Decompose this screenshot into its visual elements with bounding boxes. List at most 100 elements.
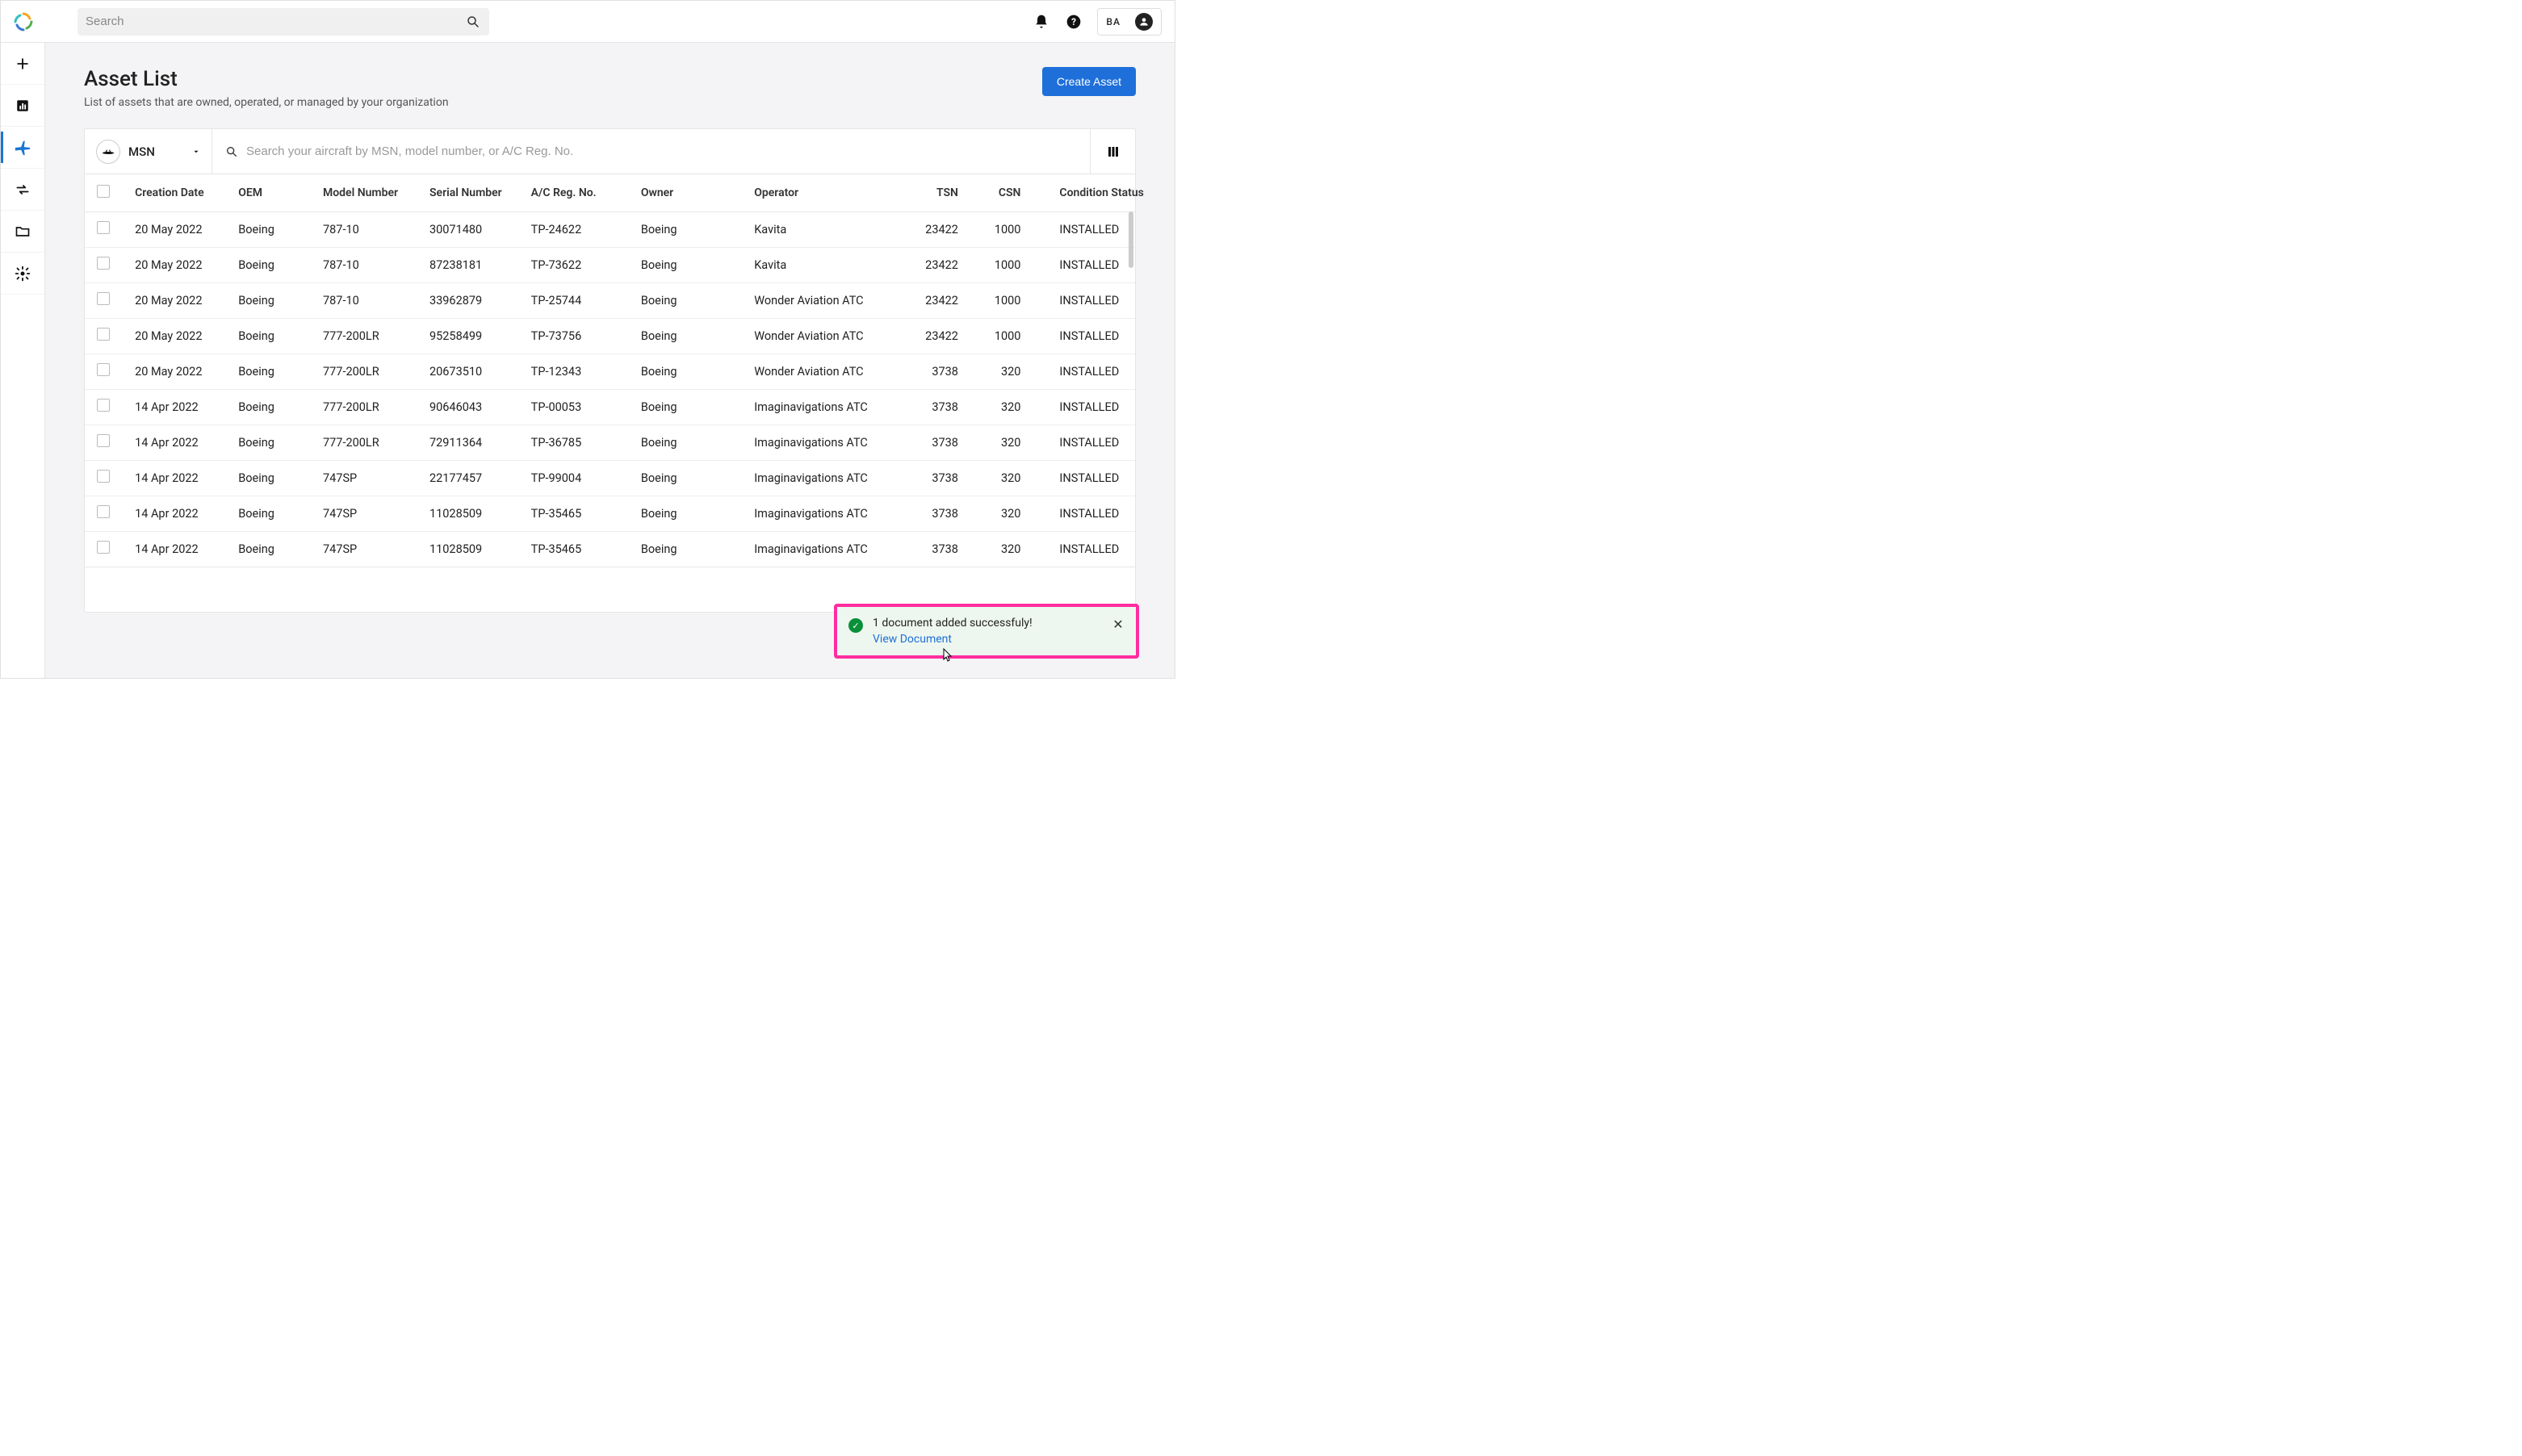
cell-oem: Boeing	[232, 531, 316, 567]
table-row[interactable]: 14 Apr 2022Boeing777-200LR72911364TP-367…	[85, 425, 1135, 460]
cell-reg: TP-36785	[525, 425, 635, 460]
col-model[interactable]: Model Number	[316, 174, 423, 211]
avatar-icon	[1135, 13, 1153, 31]
row-checkbox[interactable]	[97, 505, 110, 518]
col-oem[interactable]: OEM	[232, 174, 316, 211]
table-row[interactable]: 14 Apr 2022Boeing747SP22177457TP-99004Bo…	[85, 460, 1135, 496]
col-csn[interactable]: CSN	[974, 174, 1037, 211]
table-row[interactable]: 20 May 2022Boeing787-1030071480TP-24622B…	[85, 211, 1135, 247]
col-serial[interactable]: Serial Number	[423, 174, 525, 211]
row-checkbox[interactable]	[97, 434, 110, 447]
cell-serial: 20673510	[423, 354, 525, 389]
cell-operator: Imaginavigations ATC	[748, 531, 903, 567]
table-row[interactable]: 14 Apr 2022Boeing777-200LR90646043TP-000…	[85, 389, 1135, 425]
row-checkbox[interactable]	[97, 257, 110, 270]
cell-serial: 72911364	[423, 425, 525, 460]
app-logo[interactable]	[1, 12, 45, 31]
cell-operator: Imaginavigations ATC	[748, 496, 903, 531]
cell-condition: INSTALLED	[1037, 389, 1135, 425]
cell-date: 14 Apr 2022	[122, 531, 232, 567]
user-menu[interactable]: BA	[1097, 8, 1162, 36]
nav-add[interactable]	[1, 43, 44, 85]
select-all-checkbox[interactable]	[97, 185, 110, 198]
cell-date: 20 May 2022	[122, 354, 232, 389]
airplane-icon	[96, 140, 120, 164]
nav-dashboard[interactable]	[1, 85, 44, 127]
cell-owner: Boeing	[635, 460, 748, 496]
page-subtitle: List of assets that are owned, operated,…	[84, 96, 449, 109]
row-checkbox[interactable]	[97, 292, 110, 305]
cell-date: 20 May 2022	[122, 282, 232, 318]
row-checkbox[interactable]	[97, 328, 110, 341]
table-row[interactable]: 20 May 2022Boeing787-1033962879TP-25744B…	[85, 282, 1135, 318]
col-reg[interactable]: A/C Reg. No.	[525, 174, 635, 211]
columns-button[interactable]	[1090, 129, 1135, 174]
cell-serial: 22177457	[423, 460, 525, 496]
help-icon[interactable]: ?	[1065, 13, 1083, 31]
global-search[interactable]	[78, 8, 489, 36]
nav-settings[interactable]	[1, 253, 44, 295]
cell-oem: Boeing	[232, 282, 316, 318]
row-checkbox[interactable]	[97, 363, 110, 376]
table-search[interactable]	[212, 129, 1090, 174]
cell-serial: 90646043	[423, 389, 525, 425]
page-title: Asset List	[84, 67, 449, 91]
cell-owner: Boeing	[635, 318, 748, 354]
nav-transfers[interactable]	[1, 169, 44, 211]
nav-assets[interactable]	[1, 127, 44, 169]
col-operator[interactable]: Operator	[748, 174, 903, 211]
cell-oem: Boeing	[232, 247, 316, 282]
table-row[interactable]: 20 May 2022Boeing777-200LR95258499TP-737…	[85, 318, 1135, 354]
create-asset-button[interactable]: Create Asset	[1042, 67, 1136, 96]
cell-csn: 320	[974, 496, 1037, 531]
cell-condition: INSTALLED	[1037, 496, 1135, 531]
cell-model: 777-200LR	[316, 389, 423, 425]
user-initials: BA	[1106, 16, 1121, 27]
col-tsn[interactable]: TSN	[903, 174, 974, 211]
cell-model: 787-10	[316, 211, 423, 247]
cell-serial: 11028509	[423, 496, 525, 531]
cell-reg: TP-24622	[525, 211, 635, 247]
cell-tsn: 23422	[903, 318, 974, 354]
cell-owner: Boeing	[635, 282, 748, 318]
close-icon[interactable]: ✕	[1112, 617, 1125, 646]
table-row[interactable]: 20 May 2022Boeing787-1087238181TP-73622B…	[85, 247, 1135, 282]
cell-model: 777-200LR	[316, 354, 423, 389]
cell-operator: Wonder Aviation ATC	[748, 282, 903, 318]
nav-folder[interactable]	[1, 211, 44, 253]
global-search-input[interactable]	[86, 15, 465, 28]
search-icon[interactable]	[465, 14, 481, 30]
col-condition[interactable]: Condition Status	[1037, 174, 1135, 211]
cell-csn: 320	[974, 389, 1037, 425]
col-creation-date[interactable]: Creation Date	[122, 174, 232, 211]
cell-reg: TP-99004	[525, 460, 635, 496]
cell-tsn: 3738	[903, 531, 974, 567]
table-row[interactable]: 14 Apr 2022Boeing747SP11028509TP-35465Bo…	[85, 531, 1135, 567]
main-content: Asset List List of assets that are owned…	[45, 43, 1175, 678]
cell-date: 14 Apr 2022	[122, 460, 232, 496]
chevron-down-icon	[192, 148, 200, 156]
row-checkbox[interactable]	[97, 541, 110, 554]
cell-condition: INSTALLED	[1037, 425, 1135, 460]
cell-operator: Wonder Aviation ATC	[748, 318, 903, 354]
scrollbar[interactable]	[1129, 211, 1133, 268]
table-row[interactable]: 20 May 2022Boeing777-200LR20673510TP-123…	[85, 354, 1135, 389]
cell-csn: 320	[974, 531, 1037, 567]
row-checkbox[interactable]	[97, 221, 110, 234]
cell-owner: Boeing	[635, 247, 748, 282]
table-row[interactable]: 14 Apr 2022Boeing747SP11028509TP-35465Bo…	[85, 496, 1135, 531]
cell-owner: Boeing	[635, 354, 748, 389]
view-document-link[interactable]: View Document	[873, 633, 952, 646]
table-search-input[interactable]	[246, 144, 1077, 158]
cell-csn: 1000	[974, 211, 1037, 247]
cell-oem: Boeing	[232, 211, 316, 247]
cell-reg: TP-00053	[525, 389, 635, 425]
row-checkbox[interactable]	[97, 470, 110, 483]
topbar: ? BA	[1, 1, 1175, 43]
cell-owner: Boeing	[635, 211, 748, 247]
notifications-icon[interactable]	[1033, 13, 1050, 31]
filter-type-dropdown[interactable]: MSN	[85, 129, 212, 174]
row-checkbox[interactable]	[97, 399, 110, 412]
cell-reg: TP-25744	[525, 282, 635, 318]
col-owner[interactable]: Owner	[635, 174, 748, 211]
